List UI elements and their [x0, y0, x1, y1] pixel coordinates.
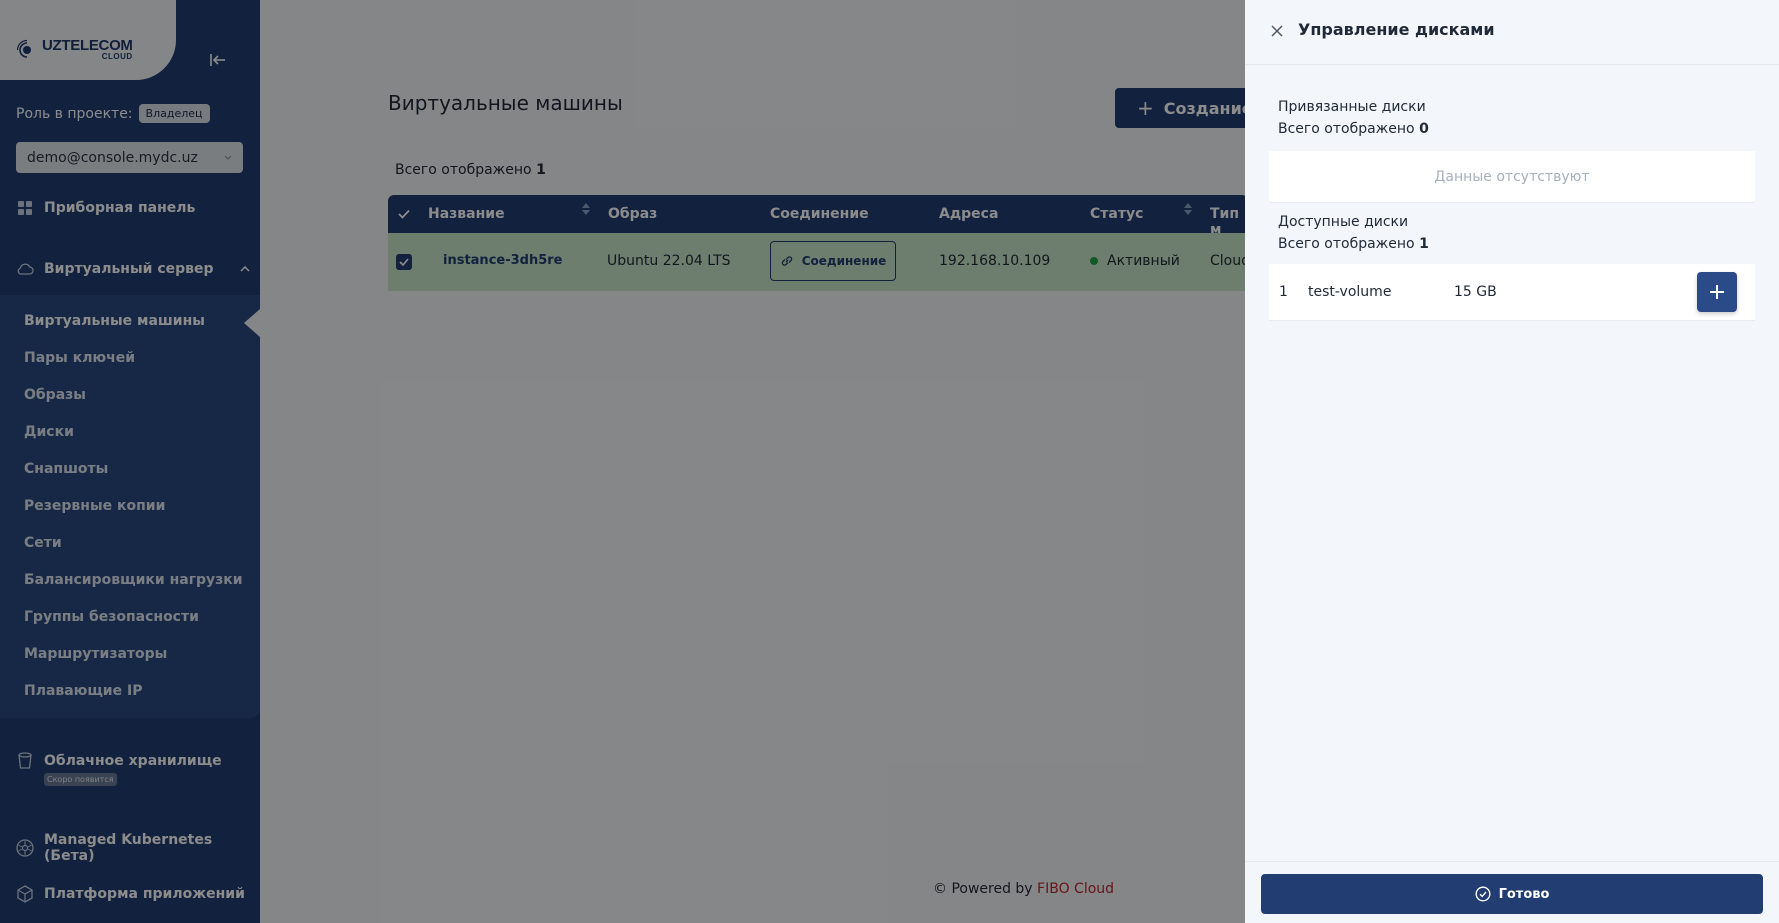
- attached-disks-label: Привязанные диски: [1278, 99, 1426, 115]
- empty-state: Данные отсутствуют: [1269, 151, 1755, 203]
- done-button-label: Готово: [1498, 886, 1550, 902]
- drawer-footer: Готово: [1245, 861, 1779, 923]
- available-count-label: Всего отображено: [1278, 236, 1415, 252]
- check-circle-icon: [1475, 886, 1491, 902]
- plus-icon: [1710, 285, 1724, 299]
- attached-disks-count: Всего отображено 0: [1278, 121, 1429, 137]
- disk-index: 1: [1279, 284, 1288, 300]
- drawer-title: Управление дисками: [1298, 20, 1495, 39]
- available-count-value: 1: [1419, 236, 1429, 252]
- attach-disk-button[interactable]: [1697, 272, 1737, 312]
- list-item: 1 test-volume 15 GB: [1269, 264, 1755, 321]
- disk-name: test-volume: [1308, 284, 1392, 300]
- done-button[interactable]: Готово: [1261, 874, 1763, 914]
- close-icon[interactable]: [1270, 24, 1284, 38]
- attached-count-label: Всего отображено: [1278, 121, 1415, 137]
- drawer-header: Управление дисками: [1245, 0, 1779, 65]
- available-disks-label: Доступные диски: [1278, 214, 1409, 230]
- disk-size: 15 GB: [1454, 284, 1497, 300]
- available-disks-count: Всего отображено 1: [1278, 236, 1429, 252]
- attached-count-value: 0: [1419, 121, 1429, 137]
- manage-disks-drawer: Управление дисками Привязанные диски Все…: [1245, 0, 1779, 923]
